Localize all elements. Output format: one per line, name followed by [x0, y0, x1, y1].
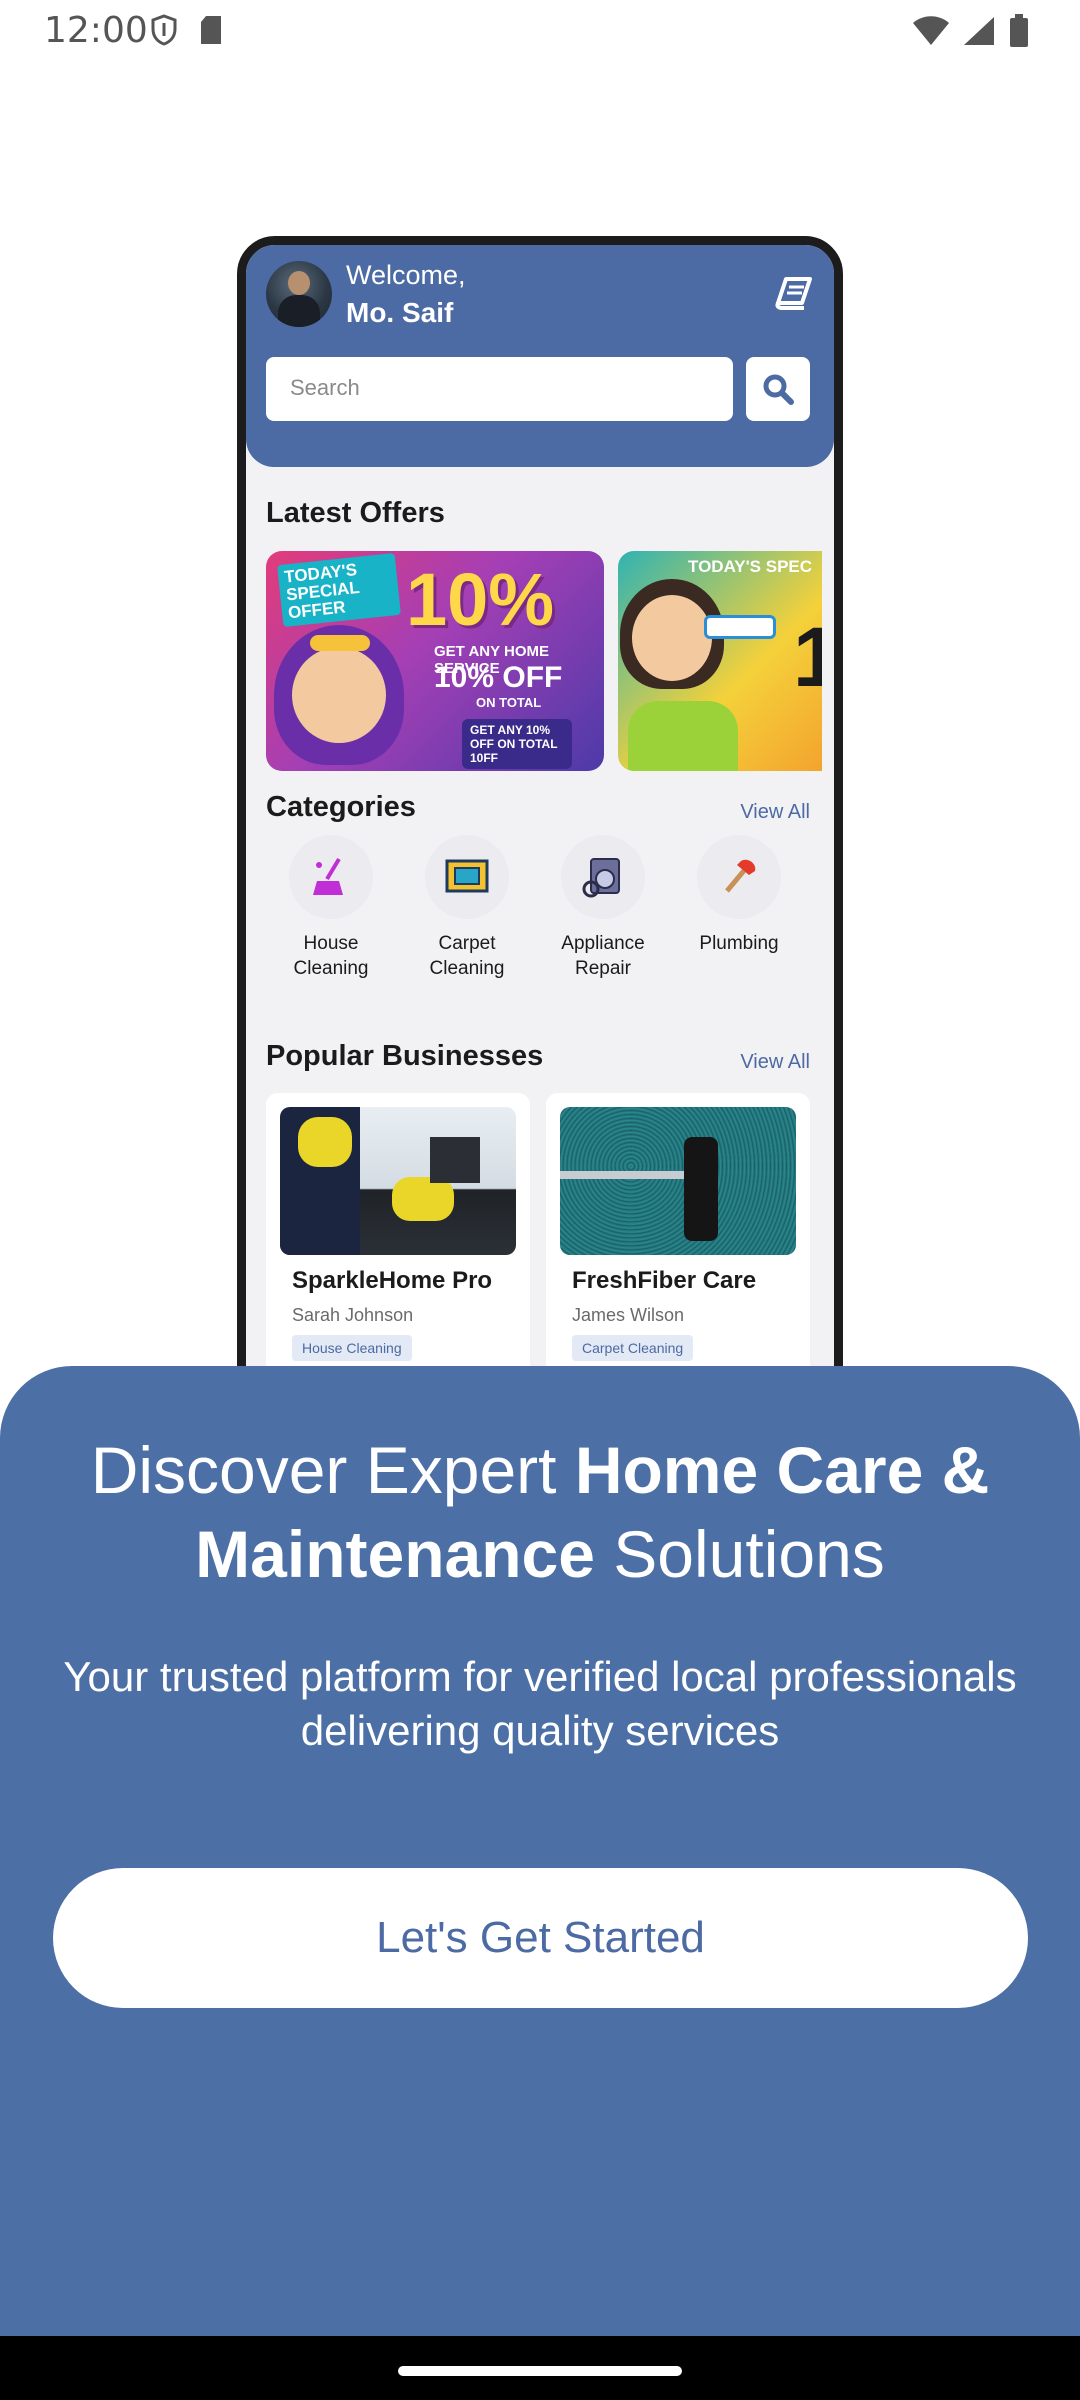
phone-mockup: Welcome, Mo. Saif Search Latest Offers T… [237, 236, 843, 1416]
hero-title-part: Discover Expert [90, 1433, 575, 1507]
category-label: Appliance Repair [561, 933, 645, 979]
business-image [560, 1107, 796, 1255]
hero-subtitle: Your trusted platform for verified local… [63, 1653, 1017, 1754]
mockup-search-button [746, 357, 810, 421]
hero-title-part: Home Care & [574, 1433, 990, 1507]
business-owner: James Wilson [572, 1305, 685, 1325]
wifi-icon [913, 16, 949, 45]
offer-line: GET ANY 10% OFF ON TOTAL 10FF [462, 719, 572, 769]
hero-title-part: Maintenance [195, 1517, 595, 1591]
status-left-icons [150, 14, 224, 46]
welcome-text: Welcome, [346, 260, 466, 290]
search-icon [763, 374, 794, 405]
hero-title-part: Solutions [594, 1517, 885, 1591]
category-label: Carpet Cleaning [429, 933, 505, 979]
offer-line: ON TOTAL [476, 695, 542, 710]
business-tag: Carpet Cleaning [572, 1335, 694, 1361]
navigation-bar [0, 2336, 1080, 2400]
offer-banner: TODAY'S SPECIAL OFFER 10% GET ANY HOME S… [266, 551, 604, 771]
offer-banner: TODAY'S SPEC 1 [618, 551, 822, 771]
category-label: Plumbing [699, 933, 779, 954]
home-gesture-pill[interactable] [398, 2366, 682, 2376]
business-name: FreshFiber Care [572, 1267, 757, 1294]
offers-carousel: TODAY'S SPECIAL OFFER 10% GET ANY HOME S… [266, 551, 822, 771]
plunger-icon [725, 859, 756, 893]
avatar [266, 261, 332, 327]
business-tag: House Cleaning [292, 1335, 412, 1361]
offer-line: 10% OFF [434, 661, 563, 694]
battery-icon [1010, 14, 1028, 47]
broom-icon [313, 857, 343, 895]
signal-icon [964, 17, 994, 45]
categories-title: Categories [266, 791, 416, 823]
hero-title: Discover Expert Home Care & Maintenance … [40, 1428, 1040, 1596]
onboarding-sheet: Discover Expert Home Care & Maintenance … [0, 1366, 1080, 2336]
offer-badge: TODAY'S SPECIAL OFFER [277, 553, 401, 627]
offer-badge: TODAY'S SPEC [688, 557, 813, 576]
business-owner: Sarah Johnson [292, 1305, 414, 1325]
carpet-icon [445, 859, 489, 893]
category-plumbing: Plumbing [674, 835, 804, 956]
offer-percent: 1 [793, 609, 822, 706]
business-image [280, 1107, 516, 1255]
business-name: SparkleHome Pro [292, 1267, 493, 1294]
status-bar: 12:00 [0, 0, 1080, 62]
category-house-cleaning: House Cleaning [266, 835, 396, 981]
status-right-icons [912, 14, 1030, 48]
category-carpet-cleaning: Carpet Cleaning [402, 835, 532, 981]
status-time: 12:00 [44, 10, 148, 51]
latest-offers-title: Latest Offers [266, 497, 445, 529]
washing-machine-icon [582, 858, 620, 898]
popular-businesses-title: Popular Businesses [266, 1040, 544, 1072]
sd-card-icon [201, 16, 221, 44]
mockup-header: Welcome, Mo. Saif Search [246, 245, 834, 467]
categories-row: House Cleaning Carpet Cleaning Appliance… [266, 835, 826, 1005]
user-name: Mo. Saif [346, 297, 454, 328]
business-card: SparkleHome Pro Sarah Johnson House Clea… [266, 1093, 530, 1393]
get-started-button[interactable]: Let's Get Started [53, 1868, 1028, 2008]
shield-icon [151, 14, 177, 46]
popular-view-all: View All [740, 1051, 810, 1073]
mockup-search-input: Search [266, 357, 733, 421]
business-card: FreshFiber Care James Wilson Carpet Clea… [546, 1093, 810, 1393]
categories-view-all: View All [740, 801, 810, 823]
category-label: House Cleaning [293, 933, 369, 979]
onboarding-screen: 12:00 Welcome, Mo. Saif Search Latest Of… [0, 0, 1080, 2400]
book-icon [775, 277, 812, 310]
offer-percent: 10% [406, 558, 555, 641]
category-appliance-repair: Appliance Repair [538, 835, 668, 981]
